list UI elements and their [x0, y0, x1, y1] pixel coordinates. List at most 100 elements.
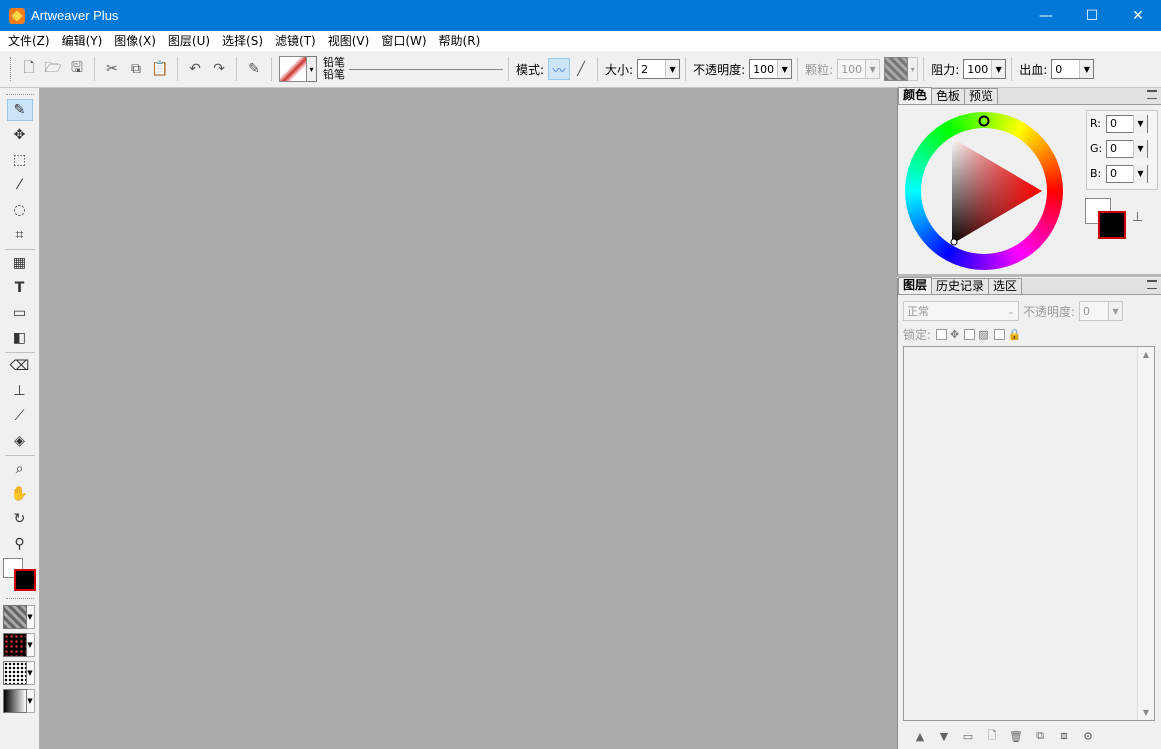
tab-selection[interactable]: 选区	[988, 278, 1023, 294]
size-combo[interactable]: 2 ▼	[637, 59, 681, 79]
brush-icon[interactable]: ✎	[6, 99, 33, 121]
brush-tool-icon[interactable]: ✎	[243, 58, 265, 80]
tab-preview[interactable]: 预览	[964, 88, 999, 104]
menu-layer[interactable]: 图层(U)	[162, 31, 216, 51]
move-layer-up-icon[interactable]: ▲	[908, 727, 932, 745]
brush-preset-swatch[interactable]	[279, 56, 307, 82]
panel-menu-icon[interactable]	[1147, 90, 1157, 99]
duplicate-layer-icon[interactable]: ⧉	[1028, 727, 1052, 745]
tab-swatches[interactable]: 色板	[931, 88, 966, 104]
paint-bucket-icon[interactable]: ◈	[7, 430, 33, 452]
saturation-triangle[interactable]	[905, 112, 1063, 270]
foreground-color-swatch[interactable]	[1098, 211, 1126, 239]
layer-settings-icon[interactable]: ⚙	[1076, 727, 1100, 745]
shape-icon[interactable]: ▭	[7, 302, 33, 324]
menu-file[interactable]: 文件(Z)	[2, 31, 56, 51]
maximize-button[interactable]: ☐	[1069, 0, 1115, 31]
menu-image[interactable]: 图像(X)	[108, 31, 162, 51]
magic-wand-icon[interactable]: ⁄	[7, 174, 33, 196]
menu-filter[interactable]: 滤镜(T)	[269, 31, 322, 51]
move-layer-down-icon[interactable]: ▼	[932, 727, 956, 745]
zoom-icon[interactable]: ⌕	[7, 458, 33, 480]
menu-help[interactable]: 帮助(R)	[433, 31, 487, 51]
paste-icon[interactable]: 📋	[149, 58, 171, 80]
lock-position-checkbox[interactable]	[936, 328, 948, 340]
tab-color[interactable]: 颜色	[898, 87, 933, 104]
tool-color-picker[interactable]	[2, 558, 37, 592]
blend-mode-value: 正常	[907, 305, 929, 318]
rect-select-icon[interactable]: ⬚	[7, 149, 33, 171]
lock-all-checkbox[interactable]	[993, 328, 1005, 340]
stamp-icon[interactable]: ⊥	[1132, 210, 1143, 225]
close-button[interactable]: ✕	[1115, 0, 1161, 31]
new-file-icon[interactable]: 🗋	[18, 58, 40, 80]
opacity-combo[interactable]: 100 ▼	[749, 59, 793, 79]
rotate-icon[interactable]: ↻	[7, 508, 33, 530]
cut-icon[interactable]: ✂	[101, 58, 123, 80]
save-icon[interactable]: 🖫	[66, 58, 88, 80]
menu-window[interactable]: 窗口(W)	[375, 31, 432, 51]
perspective-icon[interactable]: ▦	[7, 252, 33, 274]
bleed-combo[interactable]: 0 ▼	[1051, 59, 1095, 79]
menu-view[interactable]: 视图(V)	[322, 31, 376, 51]
resist-combo[interactable]: 100 ▼	[963, 59, 1007, 79]
chevron-down-icon: ▼	[1079, 60, 1094, 78]
lock-pixels-checkbox[interactable]	[964, 328, 976, 340]
gradient-icon[interactable]: ◧	[7, 327, 33, 349]
crop-icon[interactable]: ⌗	[7, 224, 33, 246]
red-combo[interactable]: 0 ▼	[1106, 114, 1148, 133]
scroll-up-icon[interactable]: ▲	[1143, 350, 1149, 359]
menu-select[interactable]: 选择(S)	[216, 31, 269, 51]
toolbar-divider	[508, 57, 509, 81]
paper-texture-swatch[interactable]	[884, 57, 909, 81]
redo-icon[interactable]: ↷	[208, 58, 230, 80]
brush-tip-selector[interactable]: ▼	[2, 661, 37, 685]
tab-layers[interactable]: 图层	[898, 277, 933, 294]
gradient-selector[interactable]: ▼	[2, 689, 37, 713]
merge-layer-icon[interactable]: ⧈	[1052, 727, 1076, 745]
menu-edit[interactable]: 编辑(Y)	[56, 31, 109, 51]
hand-icon[interactable]: ✋	[7, 483, 33, 505]
scroll-down-icon[interactable]: ▼	[1143, 708, 1149, 717]
layer-list[interactable]: ▲ ▼	[903, 346, 1155, 721]
hue-marker[interactable]	[978, 115, 990, 127]
opacity-label: 不透明度:	[693, 62, 746, 77]
brush-preset-dropdown[interactable]: ▾	[307, 56, 317, 82]
pattern-selector[interactable]: ▼	[2, 633, 37, 657]
toolbar-grip[interactable]	[10, 57, 13, 81]
straight-line-mode-icon[interactable]: ╱	[570, 58, 592, 80]
text-tool-icon[interactable]: T	[7, 277, 33, 299]
smudge-icon[interactable]: ⚲	[7, 533, 33, 555]
copy-icon[interactable]: ⧉	[125, 58, 147, 80]
green-combo[interactable]: 0 ▼	[1106, 139, 1148, 158]
new-folder-icon[interactable]: ▭	[956, 727, 980, 745]
paper-selector[interactable]: ▼	[2, 605, 37, 629]
minimize-button[interactable]: —	[1023, 0, 1069, 31]
texture-dropdown[interactable]: ▾	[908, 57, 919, 81]
color-marker[interactable]	[950, 238, 958, 246]
blue-combo[interactable]: 0 ▼	[1106, 164, 1148, 183]
lasso-icon[interactable]: ◌	[7, 199, 33, 221]
blend-mode-combo[interactable]: 正常 ⌄	[903, 301, 1019, 321]
brush-name-group[interactable]: 铅笔 铅笔	[323, 57, 503, 81]
grain-combo[interactable]: 100 ▼	[837, 59, 881, 79]
panel-color-picker[interactable]	[1085, 198, 1129, 242]
toolbox-grip[interactable]	[5, 598, 34, 601]
panel-menu-icon[interactable]	[1147, 280, 1157, 289]
eraser-icon[interactable]: ⌫	[7, 355, 33, 377]
move-icon[interactable]: ✥	[7, 124, 33, 146]
freehand-mode-icon[interactable]: 〰	[548, 58, 571, 80]
toolbox-grip[interactable]	[5, 94, 34, 97]
undo-icon[interactable]: ↶	[184, 58, 206, 80]
foreground-color-swatch[interactable]	[13, 569, 36, 591]
tab-history[interactable]: 历史记录	[931, 278, 990, 294]
layer-opacity-combo[interactable]: 0 ▼	[1079, 301, 1124, 321]
open-folder-icon[interactable]: 🗁	[42, 58, 64, 80]
delete-layer-icon[interactable]: 🗑	[1004, 727, 1028, 745]
color-wheel[interactable]	[905, 112, 1063, 270]
clone-stamp-icon[interactable]: ⊥	[7, 380, 33, 402]
eyedropper-icon[interactable]: ⟋	[7, 405, 33, 427]
layer-list-scrollbar[interactable]: ▲ ▼	[1137, 347, 1154, 720]
canvas-area[interactable]	[40, 88, 897, 749]
new-layer-icon[interactable]: 🗋	[980, 727, 1004, 745]
